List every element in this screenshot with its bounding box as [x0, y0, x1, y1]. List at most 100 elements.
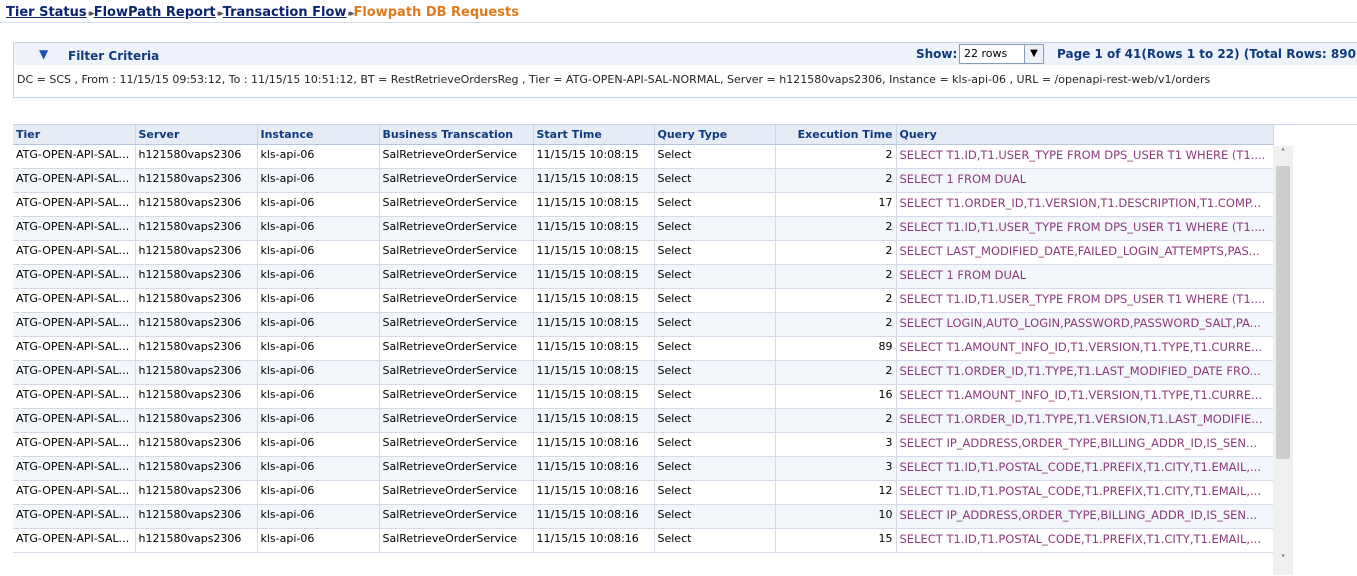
table-row[interactable]: ATG-OPEN-API-SAL-... h121580vaps2306 kls-a… [13, 504, 1274, 529]
breadcrumb-tier-status[interactable]: Tier Status [6, 5, 87, 20]
cell-instance: kls-api-06 [257, 144, 380, 169]
table-row[interactable]: ATG-OPEN-API-SAL-... h121580vaps2306 kls-a… [13, 144, 1274, 169]
cell-query[interactable]: SELECT T1.ID,T1.POSTAL_CODE,T1.PREFIX,T1… [896, 456, 1274, 481]
cell-execution-time: 89 [775, 336, 897, 361]
cell-instance: kls-api-06 [257, 456, 380, 481]
rows-per-page-value: 22 rows [964, 47, 1008, 60]
cell-execution-time: 2 [775, 168, 897, 193]
cell-query[interactable]: SELECT T1.AMOUNT_INFO_ID,T1.VERSION,T1.T… [896, 336, 1274, 361]
column-header-tier[interactable]: Tier [13, 125, 136, 145]
cell-query[interactable]: SELECT 1 FROM DUAL [896, 264, 1274, 289]
pagination-info: Page 1 of 41(Rows 1 to 22) (Total Rows: … [1057, 47, 1357, 61]
column-header-execution-time[interactable]: Execution Time [775, 125, 897, 145]
cell-query[interactable]: SELECT 1 FROM DUAL [896, 168, 1274, 193]
cell-instance: kls-api-06 [257, 240, 380, 265]
filter-criteria-text: DC = SCS , From : 11/15/15 09:53:12, To … [17, 73, 1211, 86]
breadcrumb-separator-icon: ▸▸ [217, 9, 224, 19]
cell-start-time: 11/15/15 10:08:15 [533, 384, 655, 409]
show-label: Show: [916, 47, 958, 61]
cell-query-type: Select [654, 216, 776, 241]
cell-business-transaction: SalRetrieveOrderService [379, 240, 534, 265]
db-requests-grid: Tier Server Instance Business Transcatio… [13, 124, 1294, 576]
column-header-query[interactable]: Query [896, 125, 1274, 145]
cell-start-time: 11/15/15 10:08:15 [533, 288, 655, 313]
scroll-up-icon[interactable]: ˄ [1273, 148, 1293, 165]
cell-query-type: Select [654, 480, 776, 505]
table-row[interactable]: ATG-OPEN-API-SAL-... h121580vaps2306 kls-a… [13, 264, 1274, 289]
breadcrumb-separator-icon: ▸▸ [88, 9, 95, 19]
cell-tier: ATG-OPEN-API-SAL-... [13, 360, 136, 385]
cell-query-type: Select [654, 264, 776, 289]
cell-server: h121580vaps2306 [135, 264, 258, 289]
cell-tier: ATG-OPEN-API-SAL-... [13, 336, 136, 361]
column-header-start-time[interactable]: Start Time [533, 125, 655, 145]
grid-divider [1294, 124, 1357, 125]
cell-business-transaction: SalRetrieveOrderService [379, 504, 534, 529]
cell-query-type: Select [654, 192, 776, 217]
table-row[interactable]: ATG-OPEN-API-SAL-... h121580vaps2306 kls-a… [13, 360, 1274, 385]
cell-query[interactable]: SELECT T1.ORDER_ID,T1.TYPE,T1.VERSION,T1… [896, 408, 1274, 433]
table-header-row: Tier Server Instance Business Transcatio… [13, 125, 1274, 145]
cell-business-transaction: SalRetrieveOrderService [379, 288, 534, 313]
cell-tier: ATG-OPEN-API-SAL-... [13, 408, 136, 433]
cell-query-type: Select [654, 168, 776, 193]
cell-query-type: Select [654, 240, 776, 265]
cell-server: h121580vaps2306 [135, 312, 258, 337]
cell-query[interactable]: SELECT T1.ID,T1.USER_TYPE FROM DPS_USER … [896, 216, 1274, 241]
table-row[interactable]: ATG-OPEN-API-SAL-... h121580vaps2306 kls-a… [13, 408, 1274, 433]
table-row[interactable]: ATG-OPEN-API-SAL-... h121580vaps2306 kls-a… [13, 216, 1274, 241]
cell-tier: ATG-OPEN-API-SAL-... [13, 312, 136, 337]
column-header-server[interactable]: Server [135, 125, 258, 145]
cell-server: h121580vaps2306 [135, 288, 258, 313]
breadcrumb: Tier Status ▸▸ FlowPath Report ▸▸ Transactio… [6, 5, 519, 23]
cell-start-time: 11/15/15 10:08:15 [533, 144, 655, 169]
cell-execution-time: 2 [775, 312, 897, 337]
cell-query[interactable]: SELECT T1.ID,T1.USER_TYPE FROM DPS_USER … [896, 144, 1274, 169]
cell-server: h121580vaps2306 [135, 528, 258, 553]
cell-tier: ATG-OPEN-API-SAL-... [13, 456, 136, 481]
table-row[interactable]: ATG-OPEN-API-SAL-... h121580vaps2306 kls-a… [13, 312, 1274, 337]
cell-query[interactable]: SELECT LAST_MODIFIED_DATE,FAILED_LOGIN_A… [896, 240, 1274, 265]
column-header-query-type[interactable]: Query Type [654, 125, 776, 145]
cell-business-transaction: SalRetrieveOrderService [379, 408, 534, 433]
table-row[interactable]: ATG-OPEN-API-SAL-... h121580vaps2306 kls-a… [13, 240, 1274, 265]
column-header-instance[interactable]: Instance [257, 125, 380, 145]
cell-instance: kls-api-06 [257, 264, 380, 289]
cell-instance: kls-api-06 [257, 384, 380, 409]
filter-panel: ▼ Filter Criteria Show: 22 rows ▼ Page 1… [13, 42, 1357, 98]
cell-instance: kls-api-06 [257, 480, 380, 505]
rows-per-page-select[interactable]: 22 rows ▼ [959, 44, 1044, 64]
cell-query[interactable]: SELECT T1.AMOUNT_INFO_ID,T1.VERSION,T1.T… [896, 384, 1274, 409]
cell-query[interactable]: SELECT T1.ID,T1.POSTAL_CODE,T1.PREFIX,T1… [896, 480, 1274, 505]
cell-query[interactable]: SELECT T1.ORDER_ID,T1.TYPE,T1.LAST_MODIF… [896, 360, 1274, 385]
table-row[interactable]: ATG-OPEN-API-SAL-... h121580vaps2306 kls-a… [13, 384, 1274, 409]
table-row[interactable]: ATG-OPEN-API-SAL-... h121580vaps2306 kls-a… [13, 528, 1274, 553]
collapse-toggle-icon[interactable]: ▼ [39, 47, 48, 61]
cell-query[interactable]: SELECT LOGIN,AUTO_LOGIN,PASSWORD,PASSWOR… [896, 312, 1274, 337]
cell-query[interactable]: SELECT IP_ADDRESS,ORDER_TYPE,BILLING_ADD… [896, 504, 1274, 529]
table-row[interactable]: ATG-OPEN-API-SAL-... h121580vaps2306 kls-a… [13, 480, 1274, 505]
table-row[interactable]: ATG-OPEN-API-SAL-... h121580vaps2306 kls-a… [13, 192, 1274, 217]
table-row[interactable]: ATG-OPEN-API-SAL-... h121580vaps2306 kls-a… [13, 336, 1274, 361]
table-row[interactable]: ATG-OPEN-API-SAL-... h121580vaps2306 kls-a… [13, 432, 1274, 457]
cell-business-transaction: SalRetrieveOrderService [379, 480, 534, 505]
cell-instance: kls-api-06 [257, 408, 380, 433]
cell-query[interactable]: SELECT T1.ORDER_ID,T1.VERSION,T1.DESCRIP… [896, 192, 1274, 217]
column-header-business-transaction[interactable]: Business Transcation [379, 125, 534, 145]
cell-query[interactable]: SELECT T1.ID,T1.POSTAL_CODE,T1.PREFIX,T1… [896, 528, 1274, 553]
table-row[interactable]: ATG-OPEN-API-SAL-... h121580vaps2306 kls-a… [13, 456, 1274, 481]
table-row[interactable]: ATG-OPEN-API-SAL-... h121580vaps2306 kls-a… [13, 168, 1274, 193]
cell-execution-time: 16 [775, 384, 897, 409]
table-row[interactable]: ATG-OPEN-API-SAL-... h121580vaps2306 kls-a… [13, 288, 1274, 313]
header-divider [0, 22, 1357, 23]
cell-query[interactable]: SELECT T1.ID,T1.USER_TYPE FROM DPS_USER … [896, 288, 1274, 313]
cell-query[interactable]: SELECT IP_ADDRESS,ORDER_TYPE,BILLING_ADD… [896, 432, 1274, 457]
scroll-thumb[interactable] [1276, 166, 1290, 459]
chevron-down-icon[interactable]: ▼ [1024, 45, 1043, 63]
scroll-down-icon[interactable]: ˅ [1273, 554, 1293, 571]
breadcrumb-flowpath-report[interactable]: FlowPath Report [94, 5, 216, 20]
breadcrumb-transaction-flow[interactable]: Transaction Flow [223, 5, 347, 20]
cell-execution-time: 15 [775, 528, 897, 553]
cell-business-transaction: SalRetrieveOrderService [379, 144, 534, 169]
vertical-scrollbar[interactable]: ˄ ˅ [1273, 146, 1293, 575]
